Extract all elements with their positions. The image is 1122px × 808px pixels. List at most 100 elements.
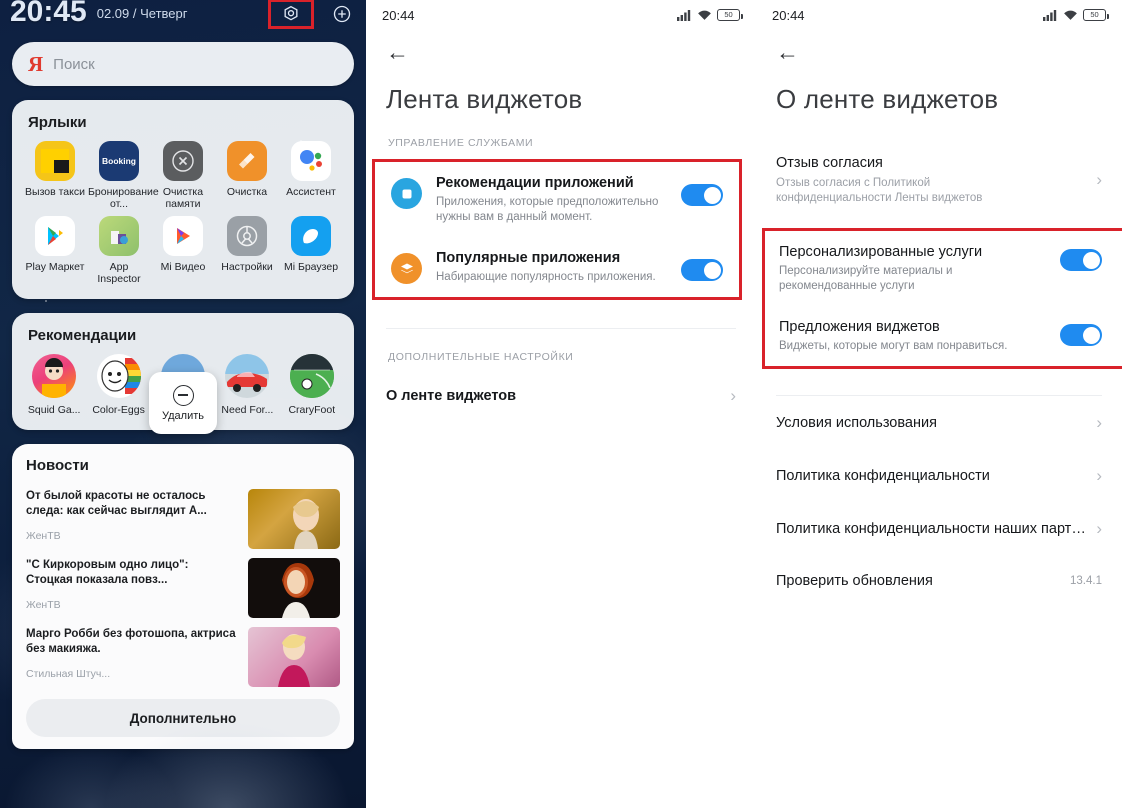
setting-row-app-recommendations[interactable]: Рекомендации приложений Приложения, кото… (375, 162, 739, 237)
wallpaper-star (90, 620, 92, 622)
battery-icon: 50 (717, 9, 743, 21)
launcher-clock: 20:45 (10, 0, 87, 28)
memory-clean-icon (163, 141, 203, 181)
shortcut-item[interactable]: Play Маркет (24, 216, 86, 285)
crary-foot-icon (289, 354, 334, 398)
row-about-widget-feed[interactable]: О ленте виджетов › (366, 373, 756, 418)
recommendation-item[interactable]: Squid Ga... (24, 354, 84, 416)
minus-circle-icon (172, 384, 194, 406)
clean-brush-icon (227, 141, 267, 181)
recommendation-label: Color-Eggs (92, 404, 145, 416)
shortcut-item[interactable]: Mi Видео (152, 216, 214, 285)
row-privacy-policy[interactable]: Политика конфиденциальности › (756, 449, 1122, 502)
color-eggs-icon (96, 354, 141, 398)
setting-description: Персонализируйте материалы и рекомендова… (779, 265, 953, 292)
chevron-right-icon: › (1096, 519, 1102, 538)
recommendation-item[interactable]: CraryFoot (282, 354, 342, 416)
row-title: Условия использования (776, 414, 937, 431)
toggle-widget-suggestions[interactable] (1060, 324, 1102, 346)
shortcut-label: Mi Браузер (283, 261, 339, 273)
shortcut-label: App Inspector (97, 261, 141, 285)
chevron-right-icon: › (1096, 466, 1102, 485)
news-item[interactable]: Марго Робби без фотошопа, актриса без ма… (26, 622, 340, 691)
shortcut-item[interactable]: Mi Браузер (280, 216, 342, 285)
battery-level: 50 (1090, 10, 1099, 20)
shortcut-item[interactable]: Booking Бронирование от... (88, 141, 159, 210)
chevron-right-icon: › (730, 386, 736, 405)
mi-video-icon (163, 216, 203, 256)
recommendation-label: Need For... (221, 404, 274, 416)
search-input-placeholder[interactable]: Поиск (53, 56, 95, 73)
row-description: Отзыв согласия с Политикой конфиденциаль… (776, 177, 983, 204)
search-bar[interactable]: Я Поиск (12, 42, 354, 86)
setting-row-popular-apps[interactable]: Популярные приложения Набирающие популяр… (375, 237, 739, 297)
app-inspector-icon (99, 216, 139, 256)
delete-popup[interactable]: Удалить (149, 372, 217, 434)
shortcut-item[interactable]: Вызов такси (24, 141, 86, 210)
row-title: Проверить обновления (776, 573, 933, 589)
app-version: 13.4.1 (1070, 575, 1102, 587)
toggle-popular-apps[interactable] (681, 259, 723, 281)
taxi-icon (35, 141, 75, 181)
shortcut-label: Вызов такси (25, 186, 85, 198)
page-title: О ленте виджетов (776, 84, 999, 114)
news-more-button[interactable]: Дополнительно (26, 699, 340, 737)
row-check-updates[interactable]: Проверить обновления 13.4.1 (756, 555, 1122, 607)
wallpaper-star (200, 480, 202, 482)
toggle-app-recommendations[interactable] (681, 184, 723, 206)
setting-title: Рекомендации приложений (436, 175, 634, 191)
shortcut-item[interactable]: App Inspector (88, 216, 150, 285)
shortcut-label: Mi Видео (160, 261, 206, 273)
shortcut-label: Очистка (226, 186, 268, 198)
wifi-icon (698, 10, 711, 20)
toggle-personalized-services[interactable] (1060, 249, 1102, 271)
setting-row-personalized-services[interactable]: Персонализированные услуги Персонализиру… (765, 231, 1122, 304)
battery-icon: 50 (1083, 9, 1109, 21)
back-arrow-icon[interactable]: ← (776, 40, 799, 64)
recommendation-item[interactable]: Need For... (217, 354, 277, 416)
shortcuts-grid: Вызов такси Booking Бронирование от... О… (24, 141, 342, 285)
setting-description: Приложения, которые предположительно нуж… (436, 196, 659, 223)
news-headline: От былой красоты не осталось следа: как … (26, 490, 207, 517)
yandex-logo-icon: Я (28, 51, 44, 76)
shortcut-item[interactable]: Ассистент (280, 141, 342, 210)
section-label-services: УПРАВЛЕНИЕ СЛУЖБАМИ (388, 137, 534, 149)
shortcuts-title: Ярлыки (28, 114, 87, 131)
shortcut-item[interactable]: Очистка (216, 141, 278, 210)
shortcut-item[interactable]: Настройки (216, 216, 278, 285)
back-row: ← (366, 30, 756, 74)
gear-icon[interactable] (281, 4, 301, 24)
battery-level: 50 (724, 10, 733, 20)
row-partners-privacy-policy[interactable]: Политика конфиденциальности наших партн…… (756, 502, 1122, 555)
launcher-top-bar: 20:45 02.09 / Четверг (0, 0, 366, 32)
shortcut-item[interactable]: Очистка памяти (152, 141, 214, 210)
news-thumb-3 (248, 627, 340, 687)
row-terms-of-use[interactable]: Условия использования › (756, 396, 1122, 449)
news-item[interactable]: От былой красоты не осталось следа: как … (26, 484, 340, 553)
plus-icon[interactable] (332, 4, 352, 24)
news-headline: Марго Робби без фотошопа, актриса без ма… (26, 628, 236, 655)
section-label-extra: ДОПОЛНИТЕЛЬНЫЕ НАСТРОЙКИ (388, 351, 574, 363)
shortcut-label: Бронирование от... (88, 186, 159, 210)
shortcut-label: Play Маркет (25, 261, 85, 273)
setting-title: Персонализированные услуги (779, 244, 983, 260)
news-source: Стильная Штуч... (26, 668, 111, 680)
shortcut-label: Ассистент (286, 186, 336, 198)
recommendations-row: Squid Ga... Color-Eggs Need For... Crary… (24, 354, 342, 434)
row-title: Политика конфиденциальности (776, 467, 990, 484)
row-consent-withdrawal[interactable]: Отзыв согласия Отзыв согласия с Политико… (756, 141, 1122, 220)
back-arrow-icon[interactable]: ← (386, 40, 409, 64)
statusbar-time: 20:44 (382, 7, 415, 23)
setting-title: Предложения виджетов (779, 319, 940, 335)
row-title: Отзыв согласия (776, 155, 883, 171)
chevron-right-icon: › (1096, 413, 1102, 432)
recommendation-item[interactable]: Color-Eggs (88, 354, 148, 416)
news-source: ЖенТВ (26, 599, 61, 611)
settings-gear-icon (227, 216, 267, 256)
screenshot-root: 20:45 02.09 / Четверг Я Поиск Ярлыки Выз… (0, 0, 1122, 808)
widget-feed-settings-panel: 20:44 50 ← Лента виджетов УПРАВЛЕНИЕ СЛУ… (366, 0, 756, 808)
news-item[interactable]: "С Киркоровым одно лицо": Стоцкая показа… (26, 553, 340, 622)
setting-row-widget-suggestions[interactable]: Предложения виджетов Виджеты, которые мо… (765, 304, 1122, 366)
row-title: Политика конфиденциальности наших партн… (776, 520, 1087, 537)
wifi-icon (1064, 10, 1077, 20)
